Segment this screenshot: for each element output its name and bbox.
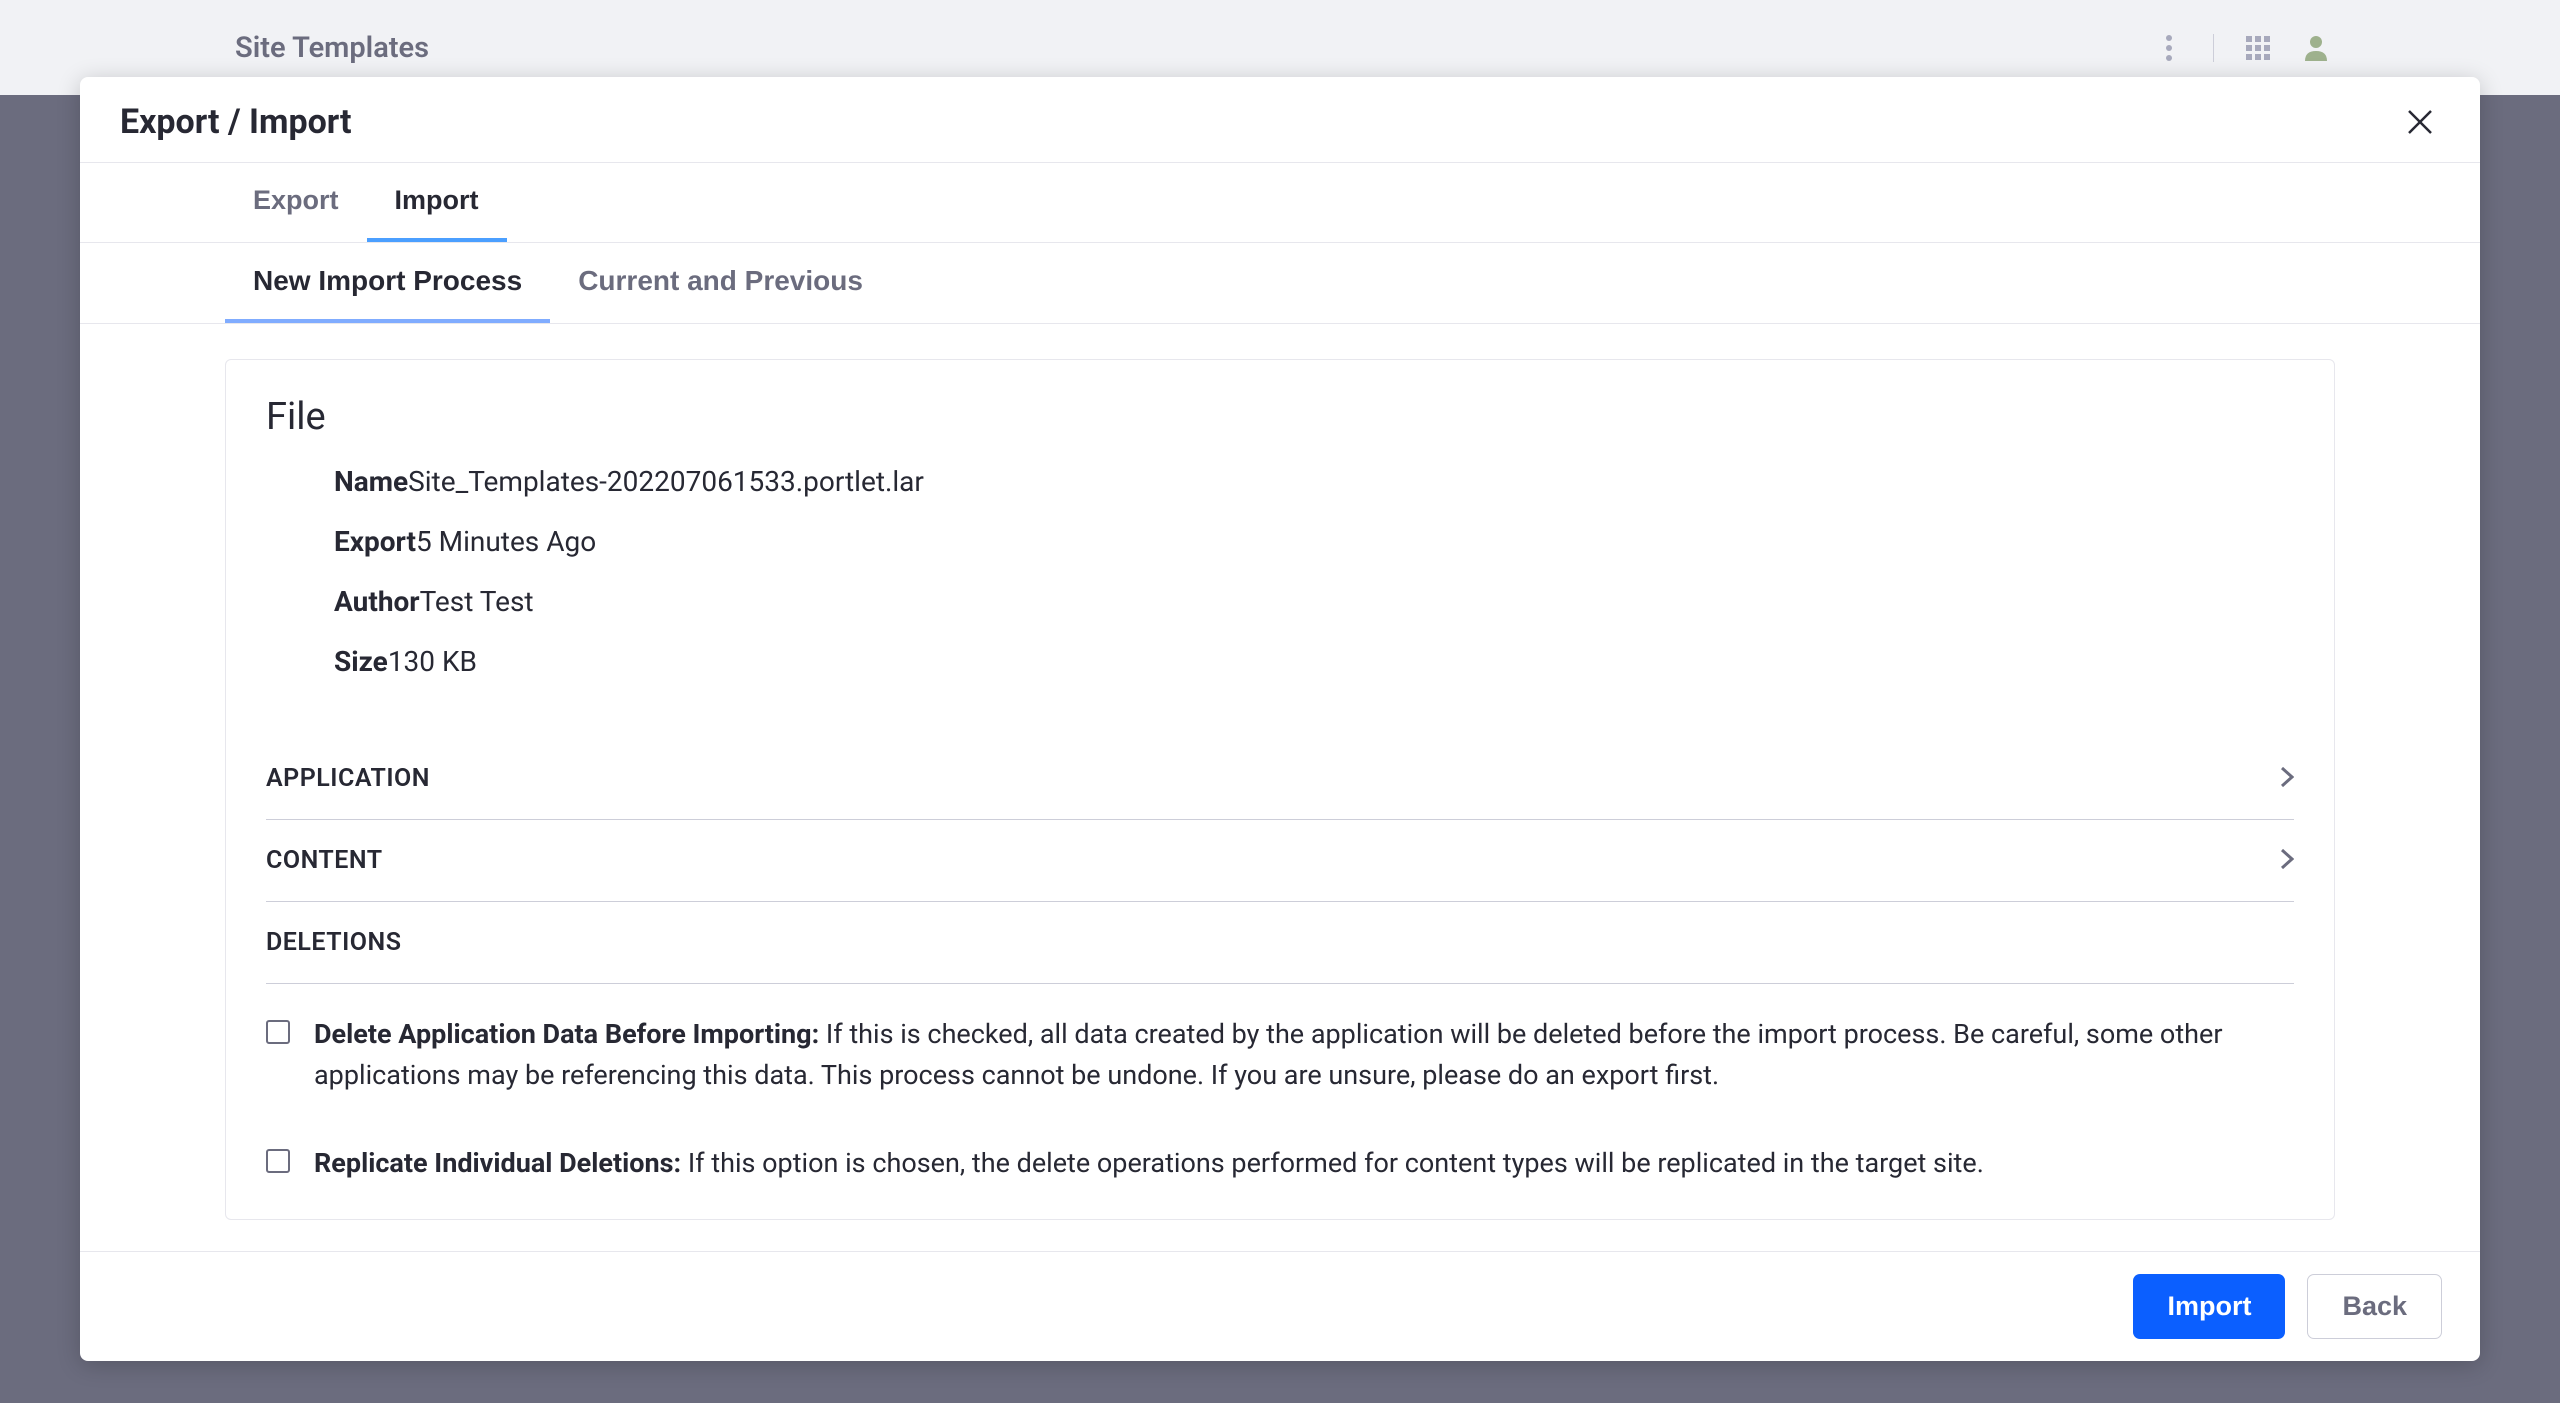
- import-button[interactable]: Import: [2133, 1274, 2285, 1339]
- modal-header: Export / Import: [80, 77, 2480, 163]
- file-size-value: 130 KB: [388, 645, 477, 678]
- file-details: NameSite_Templates-202207061533.portlet.…: [266, 461, 2294, 683]
- tab-import[interactable]: Import: [367, 163, 507, 242]
- file-export-row: Export5 Minutes Ago: [334, 521, 2294, 563]
- page-title: Site Templates: [235, 31, 429, 65]
- modal-body: File NameSite_Templates-202207061533.por…: [80, 324, 2480, 1251]
- chevron-right-icon: [2280, 766, 2294, 792]
- file-section-title: File: [266, 395, 2294, 439]
- more-options-icon[interactable]: [2155, 34, 2183, 62]
- secondary-tabs: New Import Process Current and Previous: [80, 243, 2480, 324]
- tab-new-import-process[interactable]: New Import Process: [225, 243, 550, 323]
- file-size-row: Size130 KB: [334, 641, 2294, 683]
- replicate-option: Replicate Individual Deletions: If this …: [266, 1143, 2294, 1184]
- replicate-description: If this option is chosen, the delete ope…: [688, 1147, 1984, 1179]
- tab-current-and-previous[interactable]: Current and Previous: [550, 243, 891, 323]
- close-button[interactable]: [2400, 102, 2440, 142]
- application-label: APPLICATION: [266, 764, 430, 793]
- replicate-bold: Replicate Individual Deletions:: [314, 1147, 688, 1179]
- file-name-value: Site_Templates-202207061533.portlet.lar: [408, 465, 924, 498]
- tab-export[interactable]: Export: [225, 163, 367, 242]
- file-author-value: Test Test: [420, 585, 534, 618]
- delete-data-checkbox[interactable]: [266, 1020, 290, 1044]
- file-export-value: 5 Minutes Ago: [416, 525, 596, 558]
- user-icon[interactable]: [2302, 34, 2330, 62]
- chevron-right-icon: [2280, 848, 2294, 874]
- modal-title: Export / Import: [120, 102, 352, 142]
- deletions-label: DELETIONS: [266, 928, 401, 957]
- content-label: CONTENT: [266, 846, 383, 875]
- close-icon: [2407, 109, 2433, 135]
- content-box: File NameSite_Templates-202207061533.por…: [225, 359, 2335, 1220]
- modal-footer: Import Back: [80, 1251, 2480, 1361]
- back-button[interactable]: Back: [2307, 1274, 2442, 1339]
- file-name-label: Name: [334, 465, 408, 498]
- content-section[interactable]: CONTENT: [266, 820, 2294, 902]
- header-actions: [2155, 34, 2330, 62]
- file-export-label: Export: [334, 525, 416, 558]
- file-section: File NameSite_Templates-202207061533.por…: [266, 395, 2294, 683]
- application-section[interactable]: APPLICATION: [266, 738, 2294, 820]
- file-author-label: Author: [334, 585, 420, 618]
- delete-data-text: Delete Application Data Before Importing…: [314, 1014, 2294, 1095]
- replicate-text: Replicate Individual Deletions: If this …: [314, 1143, 1984, 1184]
- apps-grid-icon[interactable]: [2244, 34, 2272, 62]
- deletions-section-header: DELETIONS: [266, 902, 2294, 984]
- divider: [2213, 34, 2214, 62]
- delete-data-bold: Delete Application Data Before Importing…: [314, 1018, 826, 1050]
- replicate-checkbox[interactable]: [266, 1149, 290, 1173]
- primary-tabs: Export Import: [80, 163, 2480, 243]
- export-import-modal: Export / Import Export Import New Import…: [80, 77, 2480, 1361]
- file-author-row: AuthorTest Test: [334, 581, 2294, 623]
- file-name-row: NameSite_Templates-202207061533.portlet.…: [334, 461, 2294, 503]
- file-size-label: Size: [334, 645, 388, 678]
- delete-data-option: Delete Application Data Before Importing…: [266, 1014, 2294, 1095]
